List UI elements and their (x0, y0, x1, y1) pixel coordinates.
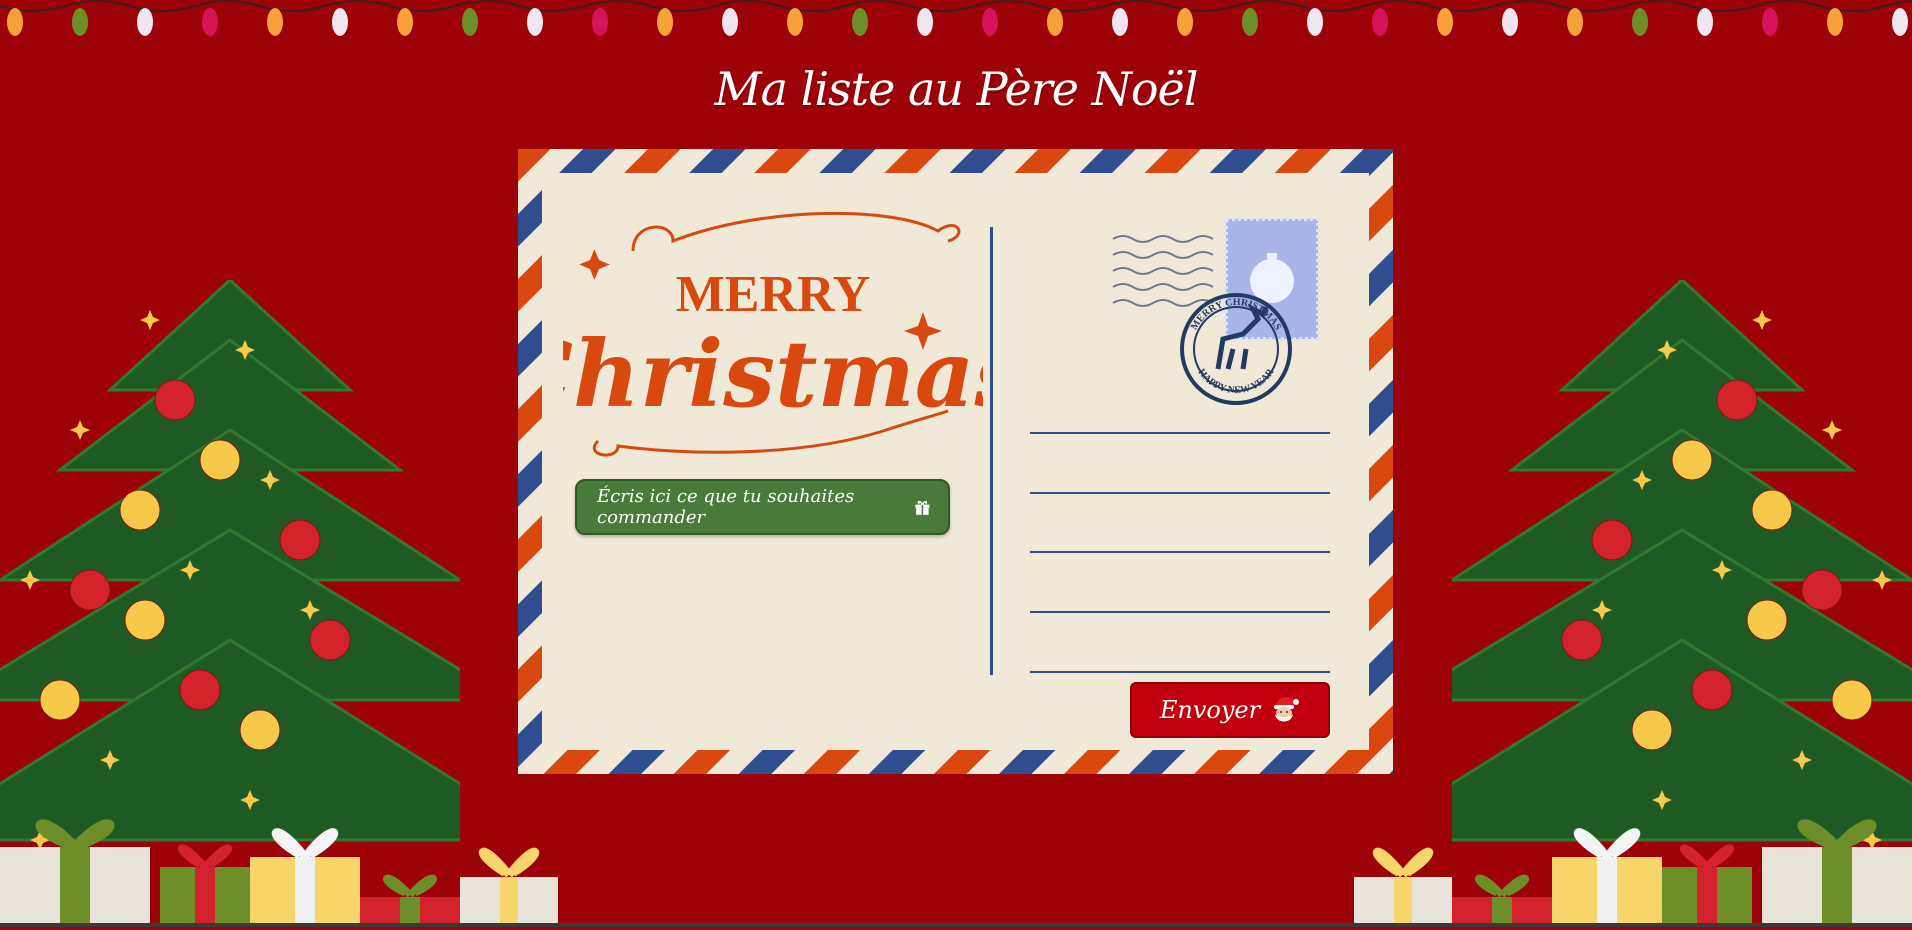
star (70, 420, 90, 440)
ornament (124, 599, 166, 641)
light-bulb (7, 8, 23, 36)
light-bulb (657, 8, 673, 36)
light-bulb (1567, 8, 1583, 36)
gift-icon (915, 500, 930, 515)
headline-christmas: Christmas (563, 320, 983, 428)
light-bulb (1047, 8, 1063, 36)
light-bulb (787, 8, 803, 36)
gift-boxes-left (0, 819, 558, 927)
postmark-bottom-text: HAPPY NEW YEAR (1196, 366, 1277, 396)
star (140, 310, 160, 330)
ornament (279, 519, 321, 561)
bottom-bar (0, 923, 1912, 927)
address-line (1030, 551, 1330, 553)
light-bulb (1762, 8, 1778, 36)
light-bulb (202, 8, 218, 36)
ornament (1801, 569, 1843, 611)
light-bulb (267, 8, 283, 36)
ornament (69, 569, 111, 611)
ornament (1831, 679, 1873, 721)
light-bulb (982, 8, 998, 36)
ornament (1671, 439, 1713, 481)
star (1822, 420, 1842, 440)
stamp-postmark: MERRY CHRISTMAS HAPPY NEW YEAR (1112, 217, 1320, 405)
light-bulb (72, 8, 88, 36)
gift-boxes-right (1354, 819, 1912, 927)
postmark-wave-lines (1112, 235, 1214, 307)
ornament (309, 619, 351, 661)
postcard-divider (990, 227, 993, 675)
light-bulb (852, 8, 868, 36)
address-line (1030, 611, 1330, 613)
light-bulb (1372, 8, 1388, 36)
light-bulb (592, 8, 608, 36)
light-bulb (332, 8, 348, 36)
ornament (1631, 709, 1673, 751)
string-lights (0, 0, 1912, 36)
light-bulb (397, 8, 413, 36)
ornament (179, 669, 221, 711)
ornament (1716, 379, 1758, 421)
light-bulb (137, 8, 153, 36)
ornament (1691, 669, 1733, 711)
address-line (1030, 492, 1330, 494)
ornament (1561, 619, 1603, 661)
light-bulb (1177, 8, 1193, 36)
ornament (154, 379, 196, 421)
light-bulb (722, 8, 738, 36)
star (1752, 310, 1772, 330)
light-bulb (1112, 8, 1128, 36)
ornament (119, 489, 161, 531)
wish-button-label: Écris ici ce que tu souhaites commander (597, 486, 855, 528)
ornament (39, 679, 81, 721)
light-bulb (1437, 8, 1453, 36)
ornament (1751, 489, 1793, 531)
light-bulb (527, 8, 543, 36)
light-bulb (1242, 8, 1258, 36)
santa-icon (1274, 697, 1300, 722)
headline-merry: MERRY (676, 266, 871, 323)
light-bulb (462, 8, 478, 36)
ornament (1591, 519, 1633, 561)
postcard: MERRY Christmas Écris ici ce que tu souh… (518, 149, 1393, 774)
ornament (1746, 599, 1788, 641)
light-bulb (1632, 8, 1648, 36)
merry-christmas-art: MERRY Christmas (563, 211, 983, 457)
light-bulb (1697, 8, 1713, 36)
light-bulb (1502, 8, 1518, 36)
light-bulb (917, 8, 933, 36)
ornament (199, 439, 241, 481)
light-bulb (1827, 8, 1843, 36)
light-bulb (1892, 8, 1908, 36)
svg-text:HAPPY NEW YEAR: HAPPY NEW YEAR (1196, 366, 1277, 396)
wish-input-button[interactable]: Écris ici ce que tu souhaites commander (575, 479, 950, 535)
address-line (1030, 432, 1330, 434)
address-line (1030, 671, 1330, 673)
light-bulb (1307, 8, 1323, 36)
ornament (239, 709, 281, 751)
send-button-label: Envoyer (1159, 696, 1261, 724)
send-button[interactable]: Envoyer (1130, 682, 1330, 738)
page-title: Ma liste au Père Noël (714, 62, 1198, 116)
